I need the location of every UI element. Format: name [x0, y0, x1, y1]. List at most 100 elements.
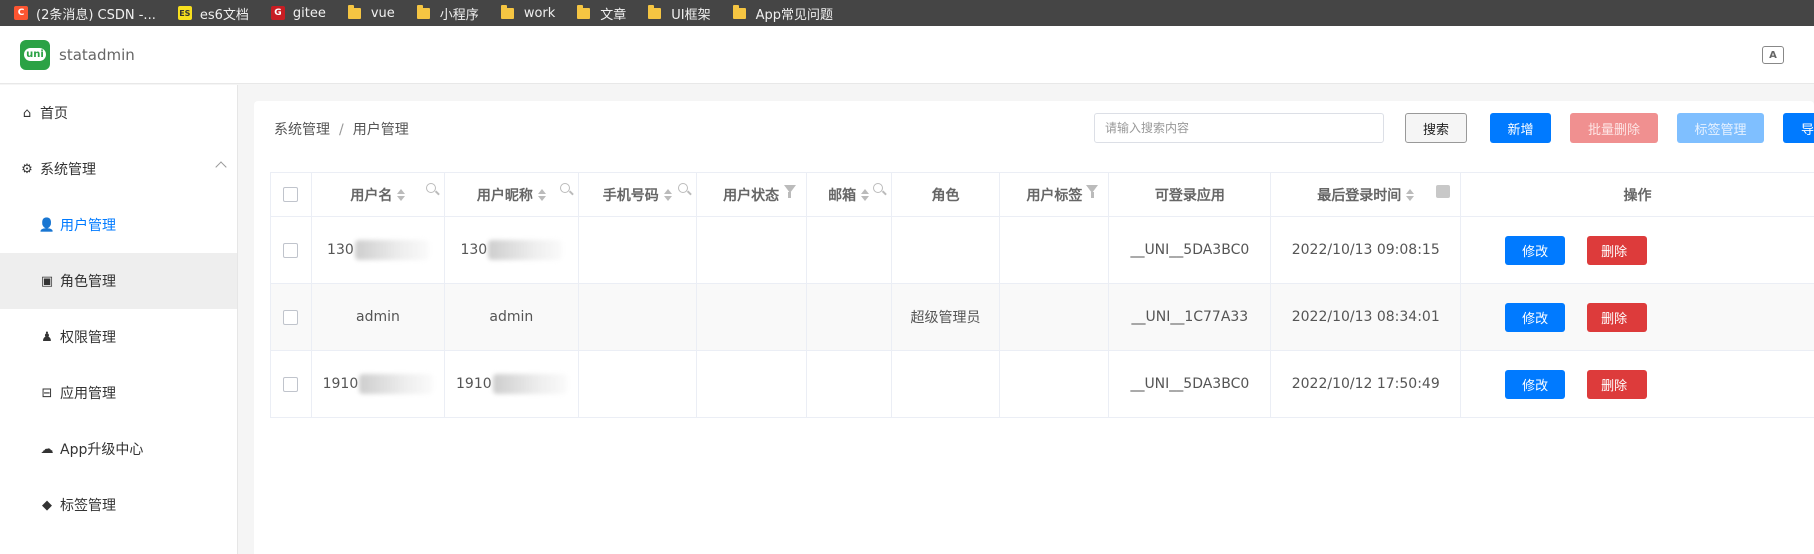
- sidebar-item-home[interactable]: ⌂ 首页: [0, 85, 237, 141]
- bookmark-es6[interactable]: ES es6文档: [177, 4, 249, 23]
- breadcrumb-item-current: 用户管理: [352, 122, 409, 138]
- column-username[interactable]: 用户名: [312, 173, 445, 216]
- sidebar-item-tags[interactable]: ◆ 标签管理: [0, 477, 237, 533]
- bookmark-ui-frameworks[interactable]: UI框架: [648, 4, 711, 23]
- bookmark-gitee[interactable]: G gitee: [270, 5, 326, 21]
- row-checkbox[interactable]: [283, 376, 299, 392]
- es-icon: ES: [177, 6, 192, 20]
- row-checkbox[interactable]: [283, 242, 299, 258]
- bookmark-label: UI框架: [671, 7, 711, 23]
- bookmark-work[interactable]: work: [500, 4, 555, 21]
- column-label: 用户名: [350, 187, 393, 204]
- header-select-all: [271, 173, 312, 216]
- column-label: 用户标签: [1026, 187, 1083, 204]
- column-tags[interactable]: 用户标签: [1000, 173, 1110, 216]
- sidebar-item-users[interactable]: 👤 用户管理: [0, 197, 237, 253]
- bookmark-label: gitee: [292, 5, 326, 21]
- sidebar-item-system[interactable]: ⚙ 系统管理: [0, 141, 237, 197]
- sidebar-item-permissions[interactable]: ♟ 权限管理: [0, 309, 237, 365]
- table-header: 用户名 用户昵称 手机号码 用户状态 邮箱 角色 用户标签 可登录应用 最后登录…: [271, 173, 1814, 217]
- cell-email: [807, 217, 892, 283]
- folder-icon: [732, 4, 746, 19]
- cell-role: [892, 351, 1001, 417]
- row-checkbox[interactable]: [283, 309, 299, 325]
- delete-button[interactable]: 删除: [1587, 370, 1648, 399]
- table-row: 1910 1910 __UNI__5DA3BC0 2022/10/12 17:5…: [271, 351, 1814, 418]
- cell-phone: [579, 284, 697, 350]
- filter-icon[interactable]: [783, 185, 796, 198]
- bookmark-csdn[interactable]: C (2条消息) CSDN -...: [14, 4, 156, 23]
- add-button[interactable]: 新增: [1490, 113, 1551, 143]
- export-button[interactable]: 导: [1783, 113, 1814, 143]
- delete-button[interactable]: 删除: [1587, 236, 1648, 265]
- permission-icon: ♟: [41, 329, 53, 345]
- sidebar-item-label: 应用管理: [60, 386, 116, 402]
- redacted-mask: [354, 240, 429, 260]
- sort-icon[interactable]: [861, 188, 870, 201]
- search-button[interactable]: 搜索: [1405, 113, 1467, 143]
- bookmark-miniprogram[interactable]: 小程序: [416, 4, 479, 23]
- cell-last-login: 2022/10/13 08:34:01: [1271, 284, 1462, 350]
- cell-username: admin: [312, 284, 445, 350]
- column-label: 最后登录时间: [1317, 187, 1402, 204]
- nickname-text: 1910: [456, 376, 492, 392]
- username-text: 1910: [322, 376, 359, 392]
- calendar-icon[interactable]: [1436, 185, 1451, 198]
- redacted-mask: [492, 374, 567, 394]
- main-card: 系统管理 / 用户管理 搜索 新增 批量删除 标签管理 导 用户名 用户昵称 手机号…: [254, 101, 1814, 554]
- column-nickname[interactable]: 用户昵称: [445, 173, 579, 216]
- column-status[interactable]: 用户状态: [697, 173, 807, 216]
- tag-icon: ◆: [42, 497, 52, 513]
- sidebar-item-app-upgrade[interactable]: ☁ App升级中心: [0, 421, 237, 477]
- sidebar-item-label: App升级中心: [60, 442, 144, 458]
- bookmark-articles[interactable]: 文章: [577, 4, 626, 23]
- column-phone[interactable]: 手机号码: [579, 173, 697, 216]
- folder-icon: [416, 4, 430, 19]
- cell-phone: [579, 351, 697, 417]
- search-icon[interactable]: [872, 183, 883, 193]
- sort-icon[interactable]: [1406, 188, 1415, 201]
- select-all-checkbox[interactable]: [283, 187, 299, 202]
- search-icon[interactable]: [425, 183, 436, 193]
- filter-icon[interactable]: [1086, 185, 1099, 198]
- bookmark-label: 文章: [600, 7, 627, 23]
- role-icon: ▣: [40, 273, 54, 289]
- sort-icon[interactable]: [663, 188, 672, 201]
- app-logo[interactable]: uni: [20, 39, 50, 70]
- cell-app: __UNI__5DA3BC0: [1109, 217, 1272, 283]
- batch-delete-button[interactable]: 批量删除: [1570, 113, 1658, 143]
- sort-icon[interactable]: [537, 188, 546, 201]
- search-input[interactable]: [1094, 113, 1384, 143]
- folder-icon: [577, 4, 591, 19]
- bookmark-label: App常见问题: [755, 7, 834, 23]
- search-icon[interactable]: [559, 183, 570, 193]
- sidebar-item-apps[interactable]: ⊟ 应用管理: [0, 365, 237, 421]
- column-label: 操作: [1623, 187, 1652, 204]
- tag-manage-button[interactable]: 标签管理: [1677, 113, 1764, 143]
- column-last-login[interactable]: 最后登录时间: [1271, 173, 1462, 216]
- column-email[interactable]: 邮箱: [807, 173, 892, 216]
- delete-button[interactable]: 删除: [1587, 303, 1648, 332]
- sidebar-item-label: 系统管理: [40, 162, 96, 178]
- app-icon: ⊟: [41, 385, 53, 401]
- edit-button[interactable]: 修改: [1505, 303, 1566, 332]
- row-select: [271, 351, 312, 417]
- bookmark-vue[interactable]: vue: [347, 4, 395, 21]
- breadcrumb-item[interactable]: 系统管理: [274, 122, 330, 138]
- sidebar-item-roles[interactable]: ▣ 角色管理: [0, 253, 237, 309]
- column-app: 可登录应用: [1109, 173, 1272, 216]
- translate-icon[interactable]: A: [1762, 46, 1784, 64]
- cell-tags: [1000, 284, 1110, 350]
- edit-button[interactable]: 修改: [1505, 370, 1566, 399]
- cloud-upload-icon: ☁: [40, 441, 54, 457]
- cell-tags: [1000, 351, 1110, 417]
- column-label: 手机号码: [602, 187, 659, 204]
- edit-button[interactable]: 修改: [1505, 236, 1566, 265]
- cell-status: [697, 284, 807, 350]
- folder-icon: [500, 4, 514, 19]
- cell-app: __UNI__1C77A33: [1109, 284, 1272, 350]
- sort-icon[interactable]: [397, 188, 406, 201]
- search-icon[interactable]: [677, 183, 688, 193]
- cell-nickname: 1910: [445, 351, 579, 417]
- bookmark-app-faq[interactable]: App常见问题: [732, 4, 834, 23]
